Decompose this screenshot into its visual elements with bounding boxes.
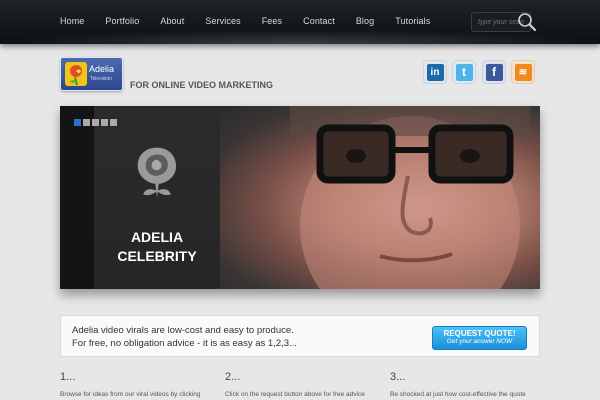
facebook-icon: f: [485, 64, 503, 81]
step-text: Browse for ideas from our viral videos b…: [60, 391, 201, 398]
nav-portfolio[interactable]: Portfolio: [105, 16, 139, 26]
step-text: Be shocked at just how cost-effective th…: [390, 391, 526, 398]
step-number: 2...: [225, 371, 241, 383]
step-number: 1...: [60, 371, 76, 383]
nav-contact[interactable]: Contact: [303, 16, 335, 26]
main-nav: Home Portfolio About Services Fees Conta…: [60, 16, 451, 26]
hero-photo: [220, 106, 540, 289]
slider-dot-5[interactable]: [110, 119, 117, 126]
nav-about[interactable]: About: [160, 16, 184, 26]
hero-side-strip: [60, 106, 94, 289]
hero-text-panel: ADELIA CELEBRITY: [94, 106, 220, 289]
top-nav-bar: Home Portfolio About Services Fees Conta…: [0, 0, 600, 44]
nav-fees[interactable]: Fees: [262, 16, 282, 26]
step-column-3: 3... Be shocked at just how cost-effecti…: [390, 371, 540, 398]
request-quote-label: REQUEST QUOTE!: [443, 329, 516, 338]
slider-dot-4[interactable]: [101, 119, 108, 126]
slider-dot-1[interactable]: [74, 119, 81, 126]
callout-line2: For free, no obligation advice - it is a…: [72, 338, 297, 349]
slider-dot-3[interactable]: [92, 119, 99, 126]
hero-title-line1: ADELIA: [130, 229, 184, 245]
twitter-icon: t: [455, 64, 473, 81]
hero-slider[interactable]: ADELIA CELEBRITY: [60, 106, 540, 289]
hero-title-line2: CELEBRITY: [117, 248, 197, 264]
callout-text: Adelia video virals are low-cost and eas…: [72, 324, 297, 350]
rss-icon: ≋: [514, 64, 532, 81]
hero-title: ADELIA CELEBRITY: [94, 228, 220, 266]
nav-home[interactable]: Home: [60, 16, 84, 26]
slider-dot-2[interactable]: [83, 119, 90, 126]
step-column-1: 1... Browse for ideas from our viral vid…: [60, 371, 210, 398]
step-number: 3...: [390, 371, 406, 383]
slider-dots: [74, 119, 119, 126]
nav-services[interactable]: Services: [205, 16, 240, 26]
logo-name: Adelia: [89, 64, 115, 74]
site-tagline: FOR ONLINE VIDEO MARKETING: [130, 80, 274, 90]
twitter-button[interactable]: t: [452, 60, 476, 84]
step-column-2: 2... Click on the request button above f…: [225, 371, 375, 398]
quote-callout: Adelia video virals are low-cost and eas…: [60, 315, 540, 357]
search-icon[interactable]: [517, 12, 537, 32]
request-quote-sublabel: Get your answer NOW: [446, 338, 513, 345]
request-quote-button[interactable]: REQUEST QUOTE! Get your answer NOW: [432, 326, 527, 350]
linkedin-icon: in: [426, 64, 444, 81]
facebook-button[interactable]: f: [482, 60, 506, 84]
rose-icon: [137, 147, 177, 198]
callout-line1: Adelia video virals are low-cost and eas…: [72, 325, 294, 336]
site-logo[interactable]: Adelia Television: [60, 57, 123, 91]
face-illustration: [290, 106, 530, 289]
rss-button[interactable]: ≋: [511, 60, 535, 84]
nav-tutorials[interactable]: Tutorials: [395, 16, 430, 26]
nav-blog[interactable]: Blog: [356, 16, 374, 26]
linkedin-button[interactable]: in: [423, 60, 447, 84]
flower-logo-icon: [65, 62, 87, 86]
step-text: Click on the request button above for fr…: [225, 391, 365, 398]
logo-subtitle: Television: [90, 76, 112, 82]
